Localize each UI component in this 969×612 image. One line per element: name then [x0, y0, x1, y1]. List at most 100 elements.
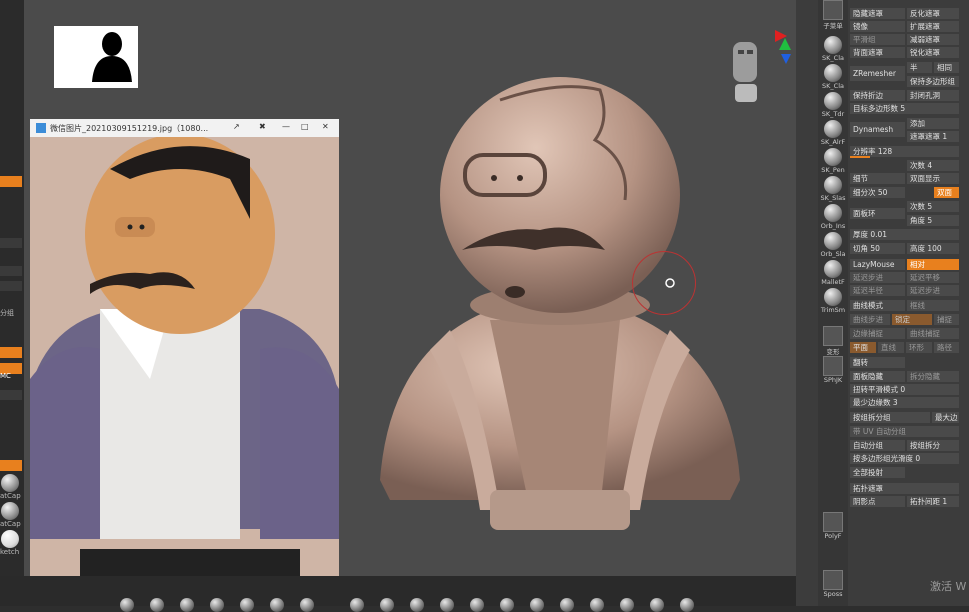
- tool-submenu[interactable]: 子菜单: [820, 0, 846, 30]
- left-strip-slider[interactable]: [0, 238, 22, 248]
- double-sided-toggle[interactable]: 双面: [934, 187, 959, 198]
- curve-mode-button[interactable]: 曲线模式: [850, 300, 905, 311]
- brush-shelf-icon[interactable]: [590, 598, 604, 612]
- panel-slider[interactable]: 延迟步进: [907, 285, 959, 296]
- tool-polyf[interactable]: PolyF: [820, 512, 846, 540]
- brush-shelf-icon[interactable]: [440, 598, 454, 612]
- tool-sk-pen[interactable]: SK_Pen: [820, 148, 846, 174]
- tool-deform[interactable]: 变形: [820, 326, 846, 356]
- navigation-gizmo[interactable]: [725, 28, 795, 108]
- panel-slider[interactable]: 高度 100: [907, 243, 959, 254]
- panel-slider[interactable]: 延迟步进: [850, 272, 905, 283]
- panel-button[interactable]: 拆分隐藏: [907, 371, 959, 382]
- panel-slider[interactable]: 角度 5: [907, 215, 959, 226]
- panel-slider[interactable]: 延迟半径: [850, 285, 905, 296]
- relative-toggle[interactable]: 相对: [907, 259, 959, 270]
- fullscreen-icon[interactable]: ✖: [259, 122, 266, 131]
- brush-shelf-icon[interactable]: [210, 598, 224, 612]
- panel-button[interactable]: 封闭孔洞: [907, 90, 959, 101]
- panel-slider[interactable]: 延迟平移: [907, 272, 959, 283]
- panel-button[interactable]: 阴影点: [850, 496, 905, 507]
- brush-shelf-icon[interactable]: [500, 598, 514, 612]
- panel-button[interactable]: 捕捉: [934, 314, 959, 325]
- brush-shelf-icon[interactable]: [470, 598, 484, 612]
- left-strip-mc-button[interactable]: MC: [0, 363, 22, 380]
- brush-shelf-icon[interactable]: [650, 598, 664, 612]
- left-strip-active-button[interactable]: [0, 347, 22, 358]
- panel-slider[interactable]: 次数 4: [907, 160, 959, 171]
- panel-button[interactable]: 框线: [907, 300, 959, 311]
- tool-spjk[interactable]: SPhJK: [820, 356, 846, 384]
- matcap-ball[interactable]: [1, 474, 19, 492]
- brush-shelf-icon[interactable]: [180, 598, 194, 612]
- panel-slider[interactable]: 遮罩遮罩 1: [907, 131, 959, 142]
- tool-mallet[interactable]: MalletF: [820, 260, 846, 286]
- flip-button[interactable]: 翻转: [850, 357, 905, 368]
- minimize-icon[interactable]: —: [282, 122, 290, 131]
- panel-button[interactable]: 面板环: [850, 208, 905, 219]
- close-icon[interactable]: ✕: [322, 122, 329, 131]
- left-strip-active-button[interactable]: [0, 176, 22, 187]
- reference-image-window[interactable]: [30, 119, 339, 594]
- thickness-slider[interactable]: 厚度 0.01: [850, 229, 959, 240]
- panel-button[interactable]: 隐藏遮罩: [850, 8, 905, 19]
- brush-shelf-icon[interactable]: [560, 598, 574, 612]
- brush-shelf-icon[interactable]: [350, 598, 364, 612]
- panel-button[interactable]: 扩展遮罩: [907, 21, 959, 32]
- panel-button[interactable]: 直线: [878, 342, 904, 353]
- panel-button[interactable]: 保持折边: [850, 90, 905, 101]
- brush-shelf-icon[interactable]: [530, 598, 544, 612]
- panel-button[interactable]: 按组拆分: [907, 440, 959, 451]
- panel-slider[interactable]: 拓扑间距 1: [907, 496, 959, 507]
- panel-button[interactable]: 锐化遮罩: [907, 47, 959, 58]
- tool-sk-tdr[interactable]: SK_Tdr: [820, 92, 846, 118]
- panel-slider[interactable]: 曲线步进: [850, 314, 890, 325]
- brush-shelf-icon[interactable]: [410, 598, 424, 612]
- brush-shelf-icon[interactable]: [270, 598, 284, 612]
- panel-button[interactable]: 曲线捕捉: [907, 328, 959, 339]
- panel-button[interactable]: 保持多边形组: [907, 76, 959, 87]
- panel-button[interactable]: 边缘捕捉: [850, 328, 905, 339]
- panel-button[interactable]: 背面遮罩: [850, 47, 905, 58]
- left-strip-active-button[interactable]: [0, 460, 22, 471]
- panel-slider[interactable]: 细分次 50: [850, 187, 905, 198]
- left-strip-slider[interactable]: [0, 281, 22, 291]
- alpha-thumbnail[interactable]: [54, 26, 138, 88]
- brush-shelf-icon[interactable]: [380, 598, 394, 612]
- panel-button[interactable]: 带 UV 自动分组: [850, 426, 959, 437]
- tool-trim-smooth[interactable]: TrimSm: [820, 288, 846, 314]
- panel-button[interactable]: 拓扑遮罩: [850, 483, 959, 494]
- brush-shelf-icon[interactable]: [120, 598, 134, 612]
- project-all-button[interactable]: 全部投射: [850, 467, 905, 478]
- pin-icon[interactable]: ↗: [233, 122, 240, 131]
- panel-slider[interactable]: 最少边缘数 3: [850, 397, 959, 408]
- panel-button[interactable]: 相同: [934, 62, 959, 73]
- panel-button[interactable]: 镜像: [850, 21, 905, 32]
- tool-sk-clay[interactable]: SK_Cla: [820, 64, 846, 90]
- brush-shelf-icon[interactable]: [680, 598, 694, 612]
- lock-toggle[interactable]: 锁定: [892, 314, 932, 325]
- tool-sposs[interactable]: Sposs: [820, 570, 846, 598]
- panel-button[interactable]: 按组拆分组: [850, 412, 930, 423]
- left-strip-slider[interactable]: [0, 266, 22, 276]
- panel-slider[interactable]: 次数 5: [907, 201, 959, 212]
- brush-shelf-icon[interactable]: [620, 598, 634, 612]
- panel-button[interactable]: 平滑组: [850, 34, 905, 45]
- tool-sk-clay[interactable]: SK_Cla: [820, 36, 846, 62]
- panel-button[interactable]: 环形: [906, 342, 932, 353]
- plane-toggle[interactable]: 平面: [850, 342, 876, 353]
- left-strip-slider[interactable]: [0, 390, 22, 400]
- brush-shelf-icon[interactable]: [240, 598, 254, 612]
- brush-shelf-icon[interactable]: [150, 598, 164, 612]
- panel-slider[interactable]: 切角 50: [850, 243, 905, 254]
- reference-window-titlebar[interactable]: 微信图片_20210309151219.jpg（1080... ↗ ✖ — □ …: [30, 119, 339, 137]
- panel-button[interactable]: 面板隐藏: [850, 371, 905, 382]
- panel-slider[interactable]: 按多边形组光滑度 0: [850, 453, 959, 464]
- tool-orb-ins[interactable]: Orb_Ins: [820, 204, 846, 230]
- auto-groups-button[interactable]: 自动分组: [850, 440, 905, 451]
- panel-button[interactable]: 减弱遮罩: [907, 34, 959, 45]
- maximize-icon[interactable]: □: [301, 122, 309, 131]
- tool-orb-slash[interactable]: Orb_Sla: [820, 232, 846, 258]
- panel-button[interactable]: 最大边: [932, 412, 959, 423]
- zremesher-button[interactable]: ZRemesher: [850, 66, 905, 81]
